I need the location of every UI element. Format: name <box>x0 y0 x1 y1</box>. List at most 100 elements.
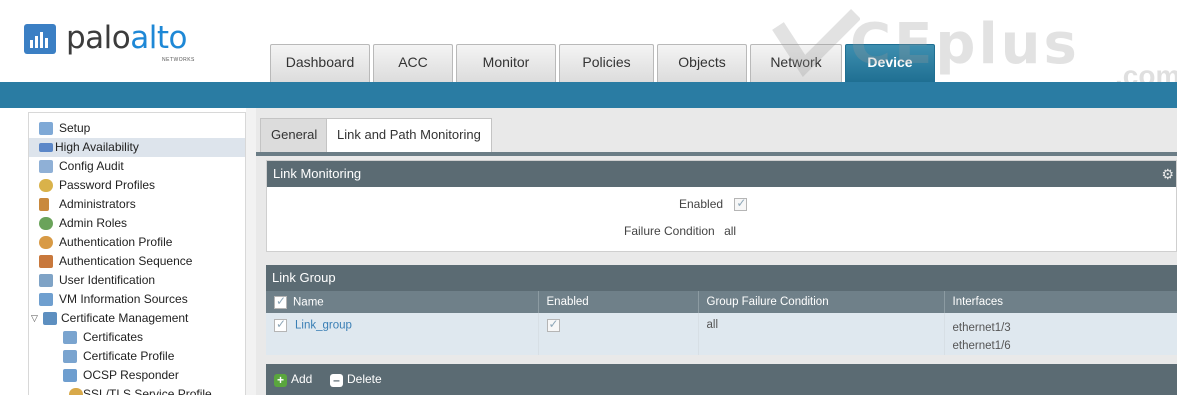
delete-button[interactable]: – Delete <box>330 371 382 387</box>
cell-enabled <box>538 313 699 355</box>
link-group-table: Name Enabled Group Failure Condition Int… <box>266 291 1177 355</box>
table-header-row: Name Enabled Group Failure Condition Int… <box>266 291 1177 313</box>
sidebar-item-label: Password Profiles <box>59 178 156 192</box>
certificates-icon <box>63 331 77 344</box>
cell-name: Link_group <box>266 313 539 355</box>
sidebar-item-certificate-profile[interactable]: Certificate Profile <box>29 347 245 366</box>
link-monitoring-enabled-checkbox[interactable] <box>734 196 748 212</box>
logo-subtext: NETWORKS <box>162 57 195 63</box>
link-group-name-link[interactable]: Link_group <box>295 320 352 332</box>
sidebar-item-label: Config Audit <box>59 159 124 173</box>
config-audit-icon <box>39 160 53 173</box>
nav-bar <box>0 82 1177 108</box>
link-group-panel: Link Group Name Enabled Group Failure Co… <box>266 265 1177 365</box>
sidebar-item-label: Setup <box>59 121 91 135</box>
link-group-actions-bar: + Add – Delete <box>266 364 1177 395</box>
sidebar-item-administrators[interactable]: Administrators <box>29 195 245 214</box>
interface-value: ethernet1/6 <box>952 340 1011 352</box>
link-group-heading: Link Group <box>272 270 336 285</box>
sidebar-item-config-audit[interactable]: Config Audit <box>29 157 245 176</box>
tab-network[interactable]: Network <box>750 44 842 82</box>
header: paloalto NETWORKS Dashboard ACC Monitor … <box>0 0 1177 91</box>
administrators-icon <box>39 198 49 211</box>
tab-acc[interactable]: ACC <box>373 44 453 82</box>
sidebar-item-label: High Availability <box>55 140 139 154</box>
sidebar-item-password-profiles[interactable]: Password Profiles <box>29 176 245 195</box>
sidebar-item-label: Administrators <box>59 197 136 211</box>
sidebar-item-label: SSL/TLS Service Profile <box>83 387 212 395</box>
sidebar-item-label: OCSP Responder <box>83 368 179 382</box>
sidebar-item-label: Admin Roles <box>59 216 128 230</box>
sidebar-item-user-identification[interactable]: User Identification <box>29 271 245 290</box>
failure-condition-row: Failure Condition all <box>624 224 736 238</box>
delete-icon: – <box>330 374 343 387</box>
tab-link-and-path-monitoring[interactable]: Link and Path Monitoring <box>326 118 492 152</box>
authentication-sequence-icon <box>39 255 53 268</box>
sidebar-item-certificates[interactable]: Certificates <box>29 328 245 347</box>
main-content: General Link and Path Monitoring Link Mo… <box>256 108 1177 395</box>
link-monitoring-enabled-row: Enabled <box>679 196 748 212</box>
cell-interfaces: ethernet1/3 ethernet1/6 <box>944 313 1177 355</box>
sidebar-item-label: VM Information Sources <box>59 292 188 306</box>
tab-monitor[interactable]: Monitor <box>456 44 556 82</box>
logo-text-palo: palo <box>66 20 131 56</box>
user-identification-icon <box>39 274 53 287</box>
sidebar-splitter[interactable] <box>246 108 256 395</box>
column-header-group-failure-condition[interactable]: Group Failure Condition <box>698 291 945 313</box>
setup-icon <box>39 122 53 135</box>
logo-text-alto: alto <box>130 20 187 56</box>
certificate-management-icon <box>43 312 57 325</box>
failure-condition-label: Failure Condition <box>624 224 715 238</box>
select-all-checkbox[interactable] <box>274 294 287 309</box>
high-availability-icon <box>39 143 53 152</box>
link-monitoring-title: Link Monitoring ⚙ <box>267 161 1176 187</box>
ocsp-responder-icon <box>63 369 77 382</box>
sidebar-item-certificate-management[interactable]: ▽ Certificate Management <box>29 309 245 328</box>
sidebar-item-authentication-sequence[interactable]: Authentication Sequence <box>29 252 245 271</box>
column-header-enabled[interactable]: Enabled <box>538 291 699 313</box>
expand-arrow-icon[interactable]: ▽ <box>31 309 38 328</box>
add-icon: + <box>274 374 287 387</box>
sidebar-item-ssl-tls-service-profile[interactable]: SSL/TLS Service Profile <box>29 385 245 395</box>
sidebar-item-label: Authentication Sequence <box>59 254 193 268</box>
column-header-name[interactable]: Name <box>266 291 539 313</box>
sidebar-item-setup[interactable]: Setup <box>29 119 245 138</box>
column-header-interfaces[interactable]: Interfaces <box>944 291 1177 313</box>
sidebar-item-label: Certificates <box>83 330 144 344</box>
delete-label: Delete <box>347 372 382 386</box>
failure-condition-value: all <box>724 224 737 238</box>
link-monitoring-panel: Link Monitoring ⚙ Enabled Failure Condit… <box>266 160 1177 252</box>
sidebar-item-label: Certificate Profile <box>83 349 175 363</box>
gear-icon[interactable]: ⚙ <box>1161 161 1174 187</box>
sidebar-item-label: User Identification <box>59 273 156 287</box>
sidebar-item-vm-information-sources[interactable]: VM Information Sources <box>29 290 245 309</box>
add-label: Add <box>291 372 313 386</box>
row-enabled-checkbox <box>546 317 560 332</box>
sidebar-item-label: Authentication Profile <box>59 235 173 249</box>
palo-alto-logo-icon <box>24 24 56 54</box>
sidebar: Setup High Availability Config Audit Pas… <box>28 112 246 395</box>
authentication-profile-icon <box>39 236 53 249</box>
cell-group-failure: all <box>698 313 945 355</box>
sidebar-item-authentication-profile[interactable]: Authentication Profile <box>29 233 245 252</box>
link-group-title: Link Group <box>266 265 1177 291</box>
admin-roles-icon <box>39 217 53 230</box>
sidebar-item-ocsp-responder[interactable]: OCSP Responder <box>29 366 245 385</box>
tab-dashboard[interactable]: Dashboard <box>270 44 370 82</box>
sub-tabs: General Link and Path Monitoring <box>256 116 1177 152</box>
tab-general[interactable]: General <box>260 118 329 152</box>
add-button[interactable]: + Add <box>274 371 312 387</box>
table-row[interactable]: Link_group all ethernet1/3 ethernet1/6 <box>266 313 1177 355</box>
enabled-label: Enabled <box>679 197 724 211</box>
ssl-tls-service-profile-icon <box>69 388 83 395</box>
sidebar-item-high-availability[interactable]: High Availability <box>29 138 245 157</box>
row-select-checkbox[interactable] <box>274 317 287 332</box>
tab-device[interactable]: Device <box>845 44 935 82</box>
password-profiles-icon <box>39 179 53 192</box>
certificate-profile-icon <box>63 350 77 363</box>
tab-objects[interactable]: Objects <box>657 44 747 82</box>
interface-value: ethernet1/3 <box>952 322 1011 334</box>
sidebar-item-admin-roles[interactable]: Admin Roles <box>29 214 245 233</box>
tab-policies[interactable]: Policies <box>559 44 654 82</box>
vm-information-sources-icon <box>39 293 53 306</box>
